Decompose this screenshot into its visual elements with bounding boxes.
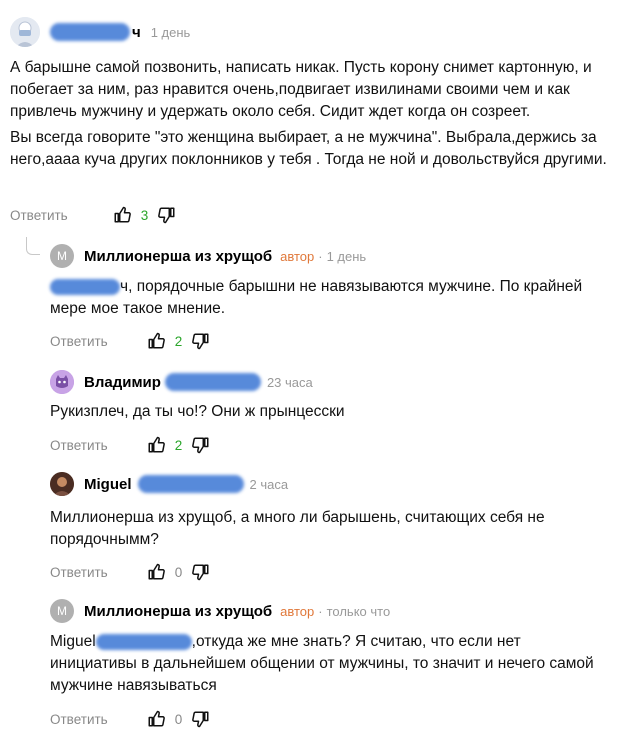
thumb-down-icon[interactable] [157,205,177,225]
thumb-down-icon[interactable] [191,435,211,455]
mask-avatar-icon[interactable] [10,17,40,47]
author-name[interactable]: ч [132,24,141,41]
author-name[interactable]: Миллионерша из хрущоб [84,248,272,265]
redacted-mention [50,278,120,295]
like-count: 0 [174,711,183,727]
mention-name: Miguel [50,633,96,650]
comment-actions: Ответить 0 [50,709,211,729]
thumb-up-icon[interactable] [146,709,166,729]
comment-header: Владимир 23 часа [50,370,313,394]
comment-time: 23 часа [266,374,313,390]
comment-time: 2 часа [249,476,289,492]
reply-button[interactable]: Ответить [50,438,108,453]
comment-header: Miguel 2 часа [50,472,288,496]
thread-connector [26,237,40,255]
rating: 2 [146,435,212,455]
reply-button[interactable]: Ответить [50,334,108,349]
comment-time: 1 день [150,24,191,40]
comment-paragraph: А барышне самой позвонить, написать ника… [10,59,592,120]
avatar[interactable]: М [50,599,74,623]
comment-text: Миллионерша из хрущоб, а много ли барыше… [50,509,545,548]
rating: 3 [112,205,178,225]
thumb-up-icon[interactable] [146,331,166,351]
comment-header: М Миллионерша из хрущоб автор · только ч… [50,599,390,623]
reply-button[interactable]: Ответить [50,565,108,580]
comment-actions: Ответить 2 [50,435,211,455]
thumb-up-icon[interactable] [146,435,166,455]
author-badge: автор [280,248,315,264]
comment-actions: Ответить 0 [50,562,211,582]
like-count: 2 [174,333,183,349]
avatar-letter: М [57,249,67,263]
redacted-username [50,23,130,41]
comment-body: ч, порядочные барышни не навязываются му… [50,278,583,317]
comment-actions: Ответить 2 [50,331,211,351]
cat-avatar-icon[interactable] [50,370,74,394]
thumb-down-icon[interactable] [191,709,211,729]
comment-paragraph: Вы всегда говорите "это женщина выбирает… [10,129,607,168]
redacted-mention [95,633,192,650]
comment-header: М Миллионерша из хрущоб автор · 1 день [50,244,366,268]
thumb-down-icon[interactable] [191,562,211,582]
redacted-surname [137,475,244,493]
avatar[interactable]: М [50,244,74,268]
comment-text: А барышне самой позвонить, написать ника… [10,57,610,175]
like-count: 2 [174,437,183,453]
author-badge: автор [280,603,315,619]
meta-separator: · [318,248,323,264]
like-count: 3 [140,207,149,223]
comment-time: 1 день [326,248,367,264]
rating: 0 [146,709,212,729]
comment-text: Miguel ,откуда же мне знать? Я считаю, чт… [50,631,610,697]
redacted-surname [164,373,261,391]
rating: 0 [146,562,212,582]
thumb-up-icon[interactable] [112,205,132,225]
comment-time: только что [326,603,391,619]
like-count: 0 [174,564,183,580]
thumb-up-icon[interactable] [146,562,166,582]
comment-text: Рукизплеч, да ты чо!? Они ж прынцесски [50,403,345,420]
avatar[interactable] [50,472,74,496]
reply-button[interactable]: Ответить [10,208,68,223]
thumb-down-icon[interactable] [191,331,211,351]
rating: 2 [146,331,212,351]
comment-header: ч 1 день [10,17,190,47]
author-name[interactable]: Miguel [84,476,132,493]
avatar-letter: М [57,604,67,618]
author-name[interactable]: Миллионерша из хрущоб [84,603,272,620]
comment-text: ч, порядочные барышни не навязываются му… [50,276,610,320]
reply-button[interactable]: Ответить [50,712,108,727]
author-name[interactable]: Владимир [84,374,161,391]
meta-separator: · [318,603,323,619]
comment-actions: Ответить 3 [10,205,177,225]
